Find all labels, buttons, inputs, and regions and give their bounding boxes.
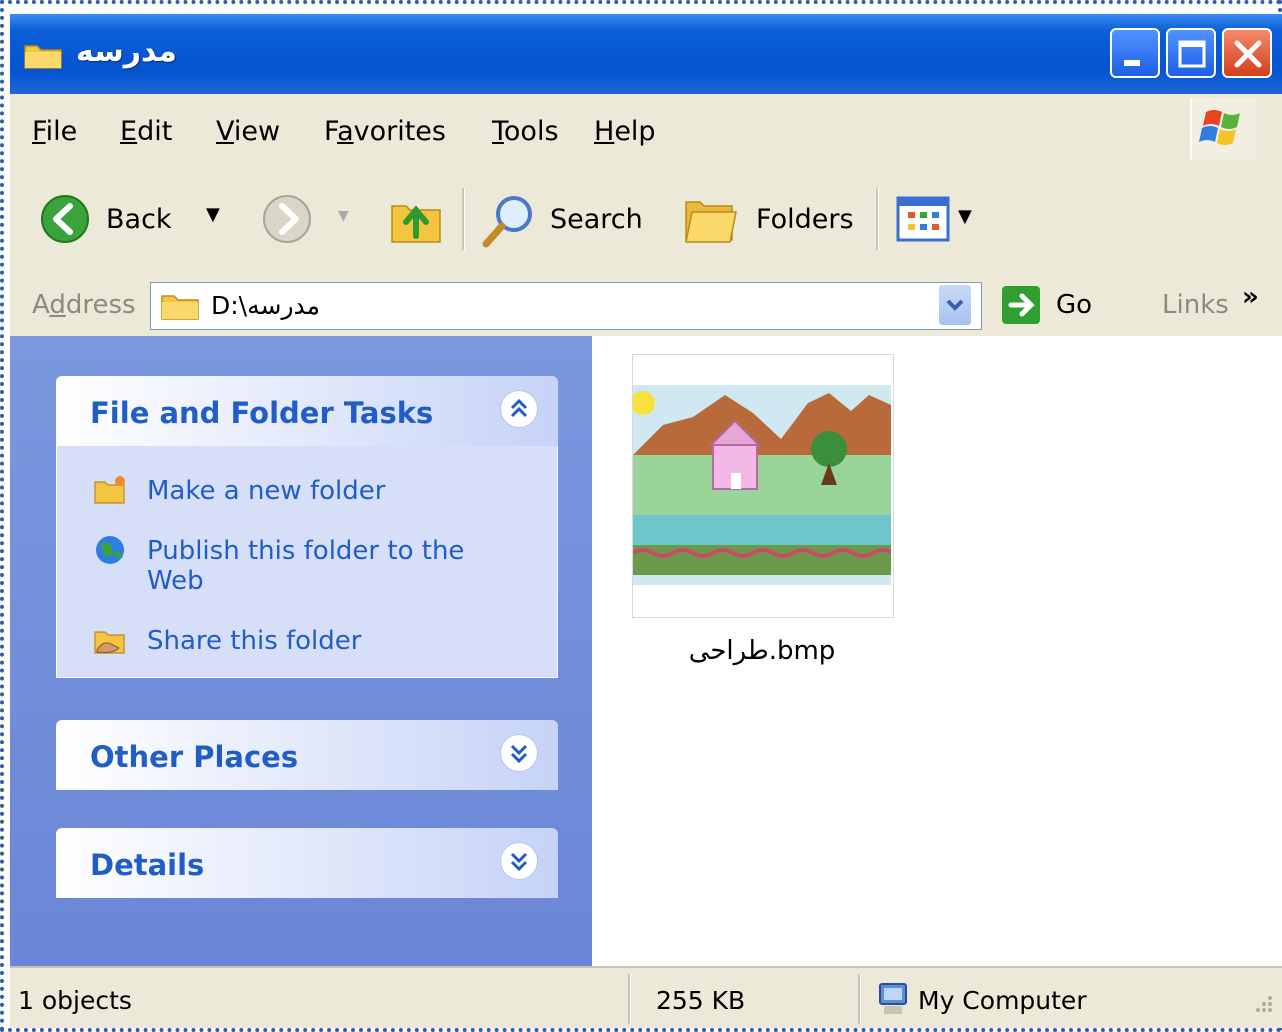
address-input[interactable]: D:\مدرسه	[150, 282, 982, 330]
globe-icon	[96, 536, 124, 564]
address-bar: Address D:\مدرسه Go Links »	[10, 274, 1282, 337]
panel-title: File and Folder Tasks	[90, 396, 434, 430]
chevron-down-icon	[510, 744, 528, 764]
resize-grip-icon[interactable]	[1248, 992, 1276, 1022]
file-folder-tasks-panel: File and Folder Tasks Make a new folder …	[56, 376, 558, 678]
collapse-button[interactable]	[500, 390, 538, 428]
standard-toolbar: Back ▼ ▼ Search Folders ▼	[10, 164, 1282, 275]
file-list-area[interactable]: طراحی.bmp	[592, 336, 1282, 966]
address-path: D:\مدرسه	[211, 291, 321, 320]
file-folder-tasks-header[interactable]: File and Folder Tasks	[56, 376, 558, 446]
task-share-folder[interactable]: Share this folder	[147, 626, 507, 656]
search-button-label[interactable]: Search	[550, 204, 643, 235]
back-arrow-icon[interactable]	[40, 194, 90, 244]
folders-icon[interactable]	[682, 192, 742, 248]
panel-title: Details	[90, 848, 205, 882]
go-button-label[interactable]: Go	[1056, 290, 1092, 320]
back-dropdown-icon[interactable]: ▼	[206, 204, 220, 225]
chevron-up-icon	[510, 398, 528, 418]
expand-button[interactable]	[500, 842, 538, 880]
maximize-button[interactable]	[1166, 28, 1216, 78]
forward-arrow-icon[interactable]	[262, 194, 312, 244]
new-folder-icon	[94, 476, 125, 504]
address-label: Address	[32, 290, 136, 320]
back-button-label[interactable]: Back	[106, 204, 172, 235]
chevron-down-icon	[946, 299, 964, 311]
status-location: My Computer	[918, 986, 1087, 1015]
close-button[interactable]	[1222, 28, 1272, 78]
go-arrow-icon[interactable]	[1002, 286, 1040, 324]
status-object-count: 1 objects	[18, 986, 132, 1015]
file-thumbnail[interactable]	[631, 354, 895, 618]
views-dropdown-icon[interactable]: ▼	[958, 206, 972, 227]
links-chevron-icon[interactable]: »	[1242, 282, 1259, 312]
computer-icon	[879, 983, 907, 1014]
arrow-right-icon	[1008, 293, 1035, 317]
status-separator	[628, 974, 631, 1024]
search-icon[interactable]	[480, 190, 540, 250]
folder-icon	[24, 45, 62, 69]
details-panel: Details	[56, 828, 558, 898]
menu-tools[interactable]: Tools	[492, 116, 559, 147]
details-header[interactable]: Details	[56, 828, 558, 898]
menu-file[interactable]: File	[32, 116, 77, 147]
views-icon[interactable]	[896, 196, 952, 242]
menu-help[interactable]: Help	[594, 116, 656, 147]
status-separator	[858, 974, 861, 1024]
window-title: مدرسه	[76, 34, 177, 69]
menu-edit[interactable]: Edit	[120, 116, 172, 147]
up-folder-icon[interactable]	[388, 192, 444, 246]
panel-title: Other Places	[90, 740, 299, 774]
other-places-header[interactable]: Other Places	[56, 720, 558, 790]
folder-icon	[161, 295, 199, 320]
menu-view[interactable]: View	[216, 116, 280, 147]
landscape-thumbnail-icon	[631, 385, 895, 585]
file-folder-tasks-body: Make a new folder Publish this folder to…	[56, 446, 558, 678]
expand-button[interactable]	[500, 734, 538, 772]
other-places-panel: Other Places	[56, 720, 558, 790]
folders-button-label[interactable]: Folders	[756, 204, 854, 235]
toolbar-separator	[876, 188, 879, 250]
task-make-new-folder[interactable]: Make a new folder	[147, 476, 507, 506]
title-bar[interactable]: مدرسه	[10, 14, 1282, 94]
minimize-icon	[1124, 60, 1140, 66]
task-publish-folder[interactable]: Publish this folder to the Web	[147, 536, 507, 596]
close-icon	[1234, 40, 1262, 68]
chevron-down-icon	[510, 852, 528, 872]
minimize-button[interactable]	[1110, 28, 1160, 78]
windows-logo	[1190, 98, 1256, 160]
forward-dropdown-icon[interactable]: ▼	[338, 208, 349, 224]
status-size: 255 KB	[656, 986, 746, 1015]
menu-bar: File Edit View Favorites Tools Help	[10, 94, 1282, 165]
task-pane: File and Folder Tasks Make a new folder …	[10, 336, 592, 966]
share-folder-icon	[94, 631, 125, 654]
file-name[interactable]: طراحی.bmp	[632, 636, 892, 666]
maximize-icon	[1178, 40, 1206, 68]
menu-favorites[interactable]: Favorites	[324, 116, 446, 147]
explorer-window: مدرسه File Edit View Favorites Tools Hel…	[10, 14, 1282, 1028]
address-dropdown-button[interactable]	[939, 285, 971, 325]
status-bar: 1 objects 255 KB My Computer	[10, 966, 1282, 1028]
links-label[interactable]: Links	[1162, 290, 1229, 320]
toolbar-separator	[462, 188, 465, 250]
windows-flag-icon	[1199, 110, 1240, 145]
